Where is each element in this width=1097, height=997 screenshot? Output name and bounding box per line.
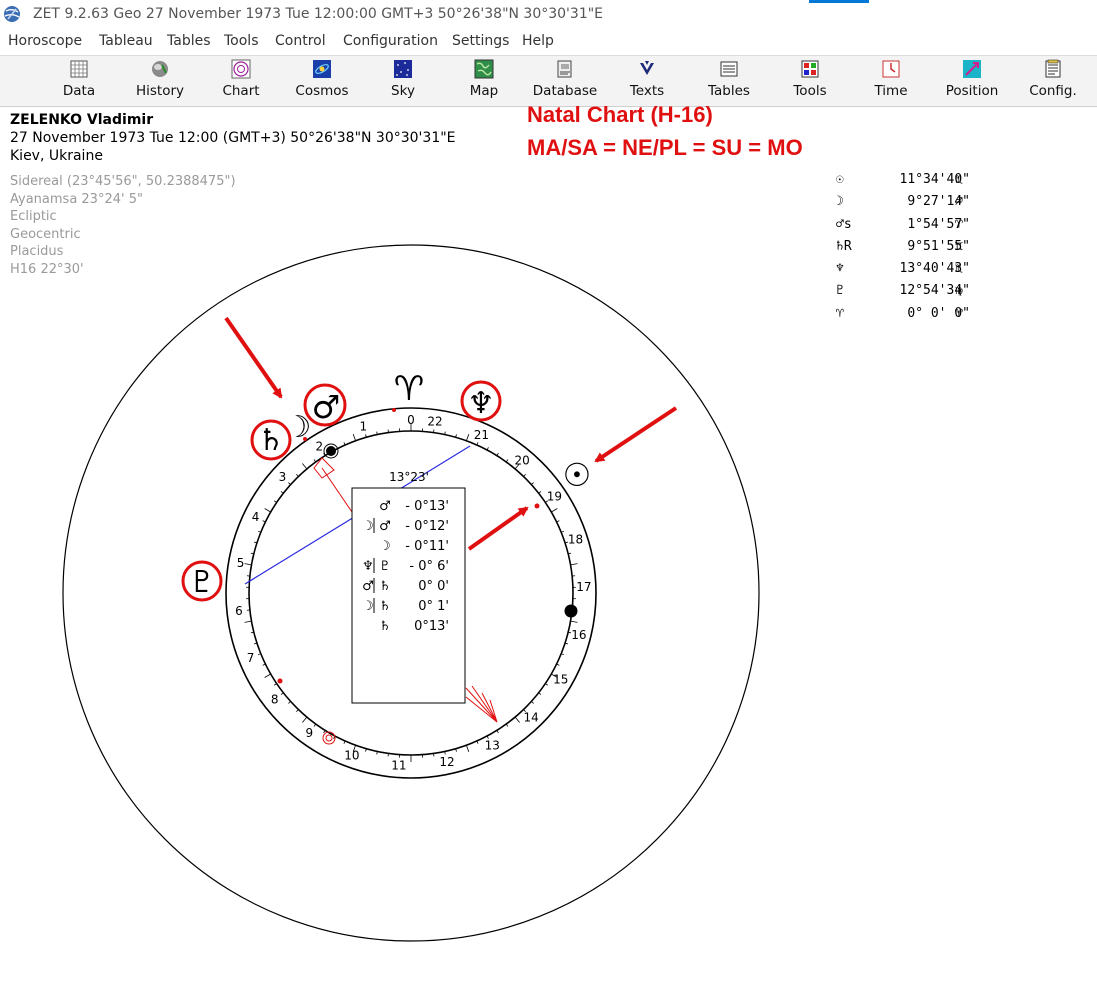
dial-tick [570, 563, 578, 566]
midpoint-right-glyph: ♄ [379, 619, 391, 634]
midpoint-left-glyph: ☽ [362, 519, 374, 534]
midpoint-value: - 0°12' [405, 519, 449, 534]
sun-icon: ☉ [563, 456, 592, 494]
dial-number: 14 [524, 710, 539, 724]
dial-number: 5 [237, 556, 245, 570]
saturn-icon: ♄ [258, 423, 285, 458]
midpoint-header: 13°23' [389, 470, 429, 484]
dial-tick [244, 620, 252, 623]
midpoint-right-glyph: ♇ [379, 559, 391, 574]
dial-number: 11 [391, 759, 406, 773]
midpoint-right-glyph: ♄ [379, 579, 391, 594]
dial-number: 21 [474, 428, 489, 442]
midpoint-value: - 0°11' [405, 539, 449, 554]
dial-number: 13 [485, 739, 500, 753]
dial-tick [313, 459, 317, 463]
dial-tick [302, 463, 308, 470]
annotation-arrow-dial [467, 506, 529, 551]
dial-tick [570, 620, 578, 623]
dial-number: 8 [271, 693, 279, 707]
dial-tick [302, 716, 308, 723]
dial-tick [505, 723, 509, 727]
midpoint-left-glyph: ♆ [362, 559, 374, 574]
dial-number: 2 [316, 439, 324, 453]
midpoint-right-glyph: ♄ [379, 599, 391, 614]
dial-number: 17 [576, 580, 591, 594]
midpoint-value: 0° 1' [418, 599, 449, 614]
midpoint-left-glyph: ☽ [362, 599, 374, 614]
dial-number: 4 [252, 510, 260, 524]
dial-tick [288, 701, 291, 704]
dial-tick [280, 692, 284, 695]
midpoint-value: 0°13' [414, 619, 449, 634]
pluto-icon: ♇ [189, 565, 216, 600]
dial-tick [244, 563, 252, 566]
dial-tick [288, 482, 291, 485]
dial-tick [538, 692, 542, 695]
dial-tick [296, 474, 299, 477]
planet-marker-red-ring-inner [325, 734, 333, 742]
midpoint-value: 0° 0' [418, 579, 449, 594]
dial-number: 12 [439, 755, 454, 769]
annotation-arrow-moon [224, 316, 283, 399]
dial-tick [538, 491, 542, 494]
dial-number: 15 [553, 673, 568, 687]
dial-tick [551, 508, 558, 513]
dial-tick [531, 482, 534, 485]
midpoint-left-glyph: ♂ [362, 579, 374, 594]
dial-number: 6 [235, 604, 243, 618]
planet-marker-red-ring [322, 731, 336, 745]
annotation-arrow-sun [594, 406, 678, 463]
dial-number: 1 [359, 420, 367, 434]
midpoint-right-glyph: ♂ [379, 499, 391, 514]
neptune-icon: ♆ [468, 386, 495, 421]
dial-number: 9 [305, 726, 313, 740]
midpoint-right-glyph: ♂ [379, 519, 391, 534]
chart-wheel[interactable]: 01234567891011 1213141516171819202122 ♈ ☉… [0, 0, 1097, 997]
dial-number: 18 [568, 533, 583, 547]
dial-number: 3 [279, 470, 287, 484]
red-dot-marker [277, 678, 283, 684]
dial-tick [466, 745, 470, 752]
dial-tick [264, 673, 271, 678]
dial-number: 10 [344, 749, 359, 763]
dial-number: 7 [247, 651, 255, 665]
planet-marker-black [326, 446, 336, 456]
dial-tick [531, 701, 534, 704]
dial-tick [313, 723, 317, 727]
dial-tick [514, 716, 520, 723]
axis-line-red-lower [465, 687, 498, 723]
midpoint-value: - 0°13' [405, 499, 449, 514]
midpoint-value: - 0° 6' [409, 559, 449, 574]
dial-number: 16 [571, 628, 586, 642]
dial-tick [296, 709, 299, 712]
red-dot-marker [534, 503, 540, 509]
dial-tick [264, 508, 271, 513]
dial-tick [280, 491, 284, 494]
dial-tick [523, 474, 526, 477]
dial-number: 22 [427, 415, 442, 429]
planet-marker-filled [564, 604, 578, 618]
dial-tick [466, 434, 470, 441]
dial-tick [352, 434, 356, 441]
dial-number: 19 [547, 489, 562, 503]
dial-number: 0 [407, 413, 415, 427]
dial-tick [505, 459, 509, 463]
midpoint-right-glyph: ☽ [379, 539, 391, 554]
dial-number: 20 [515, 453, 530, 467]
aries-point-icon: ♈ [394, 369, 424, 409]
